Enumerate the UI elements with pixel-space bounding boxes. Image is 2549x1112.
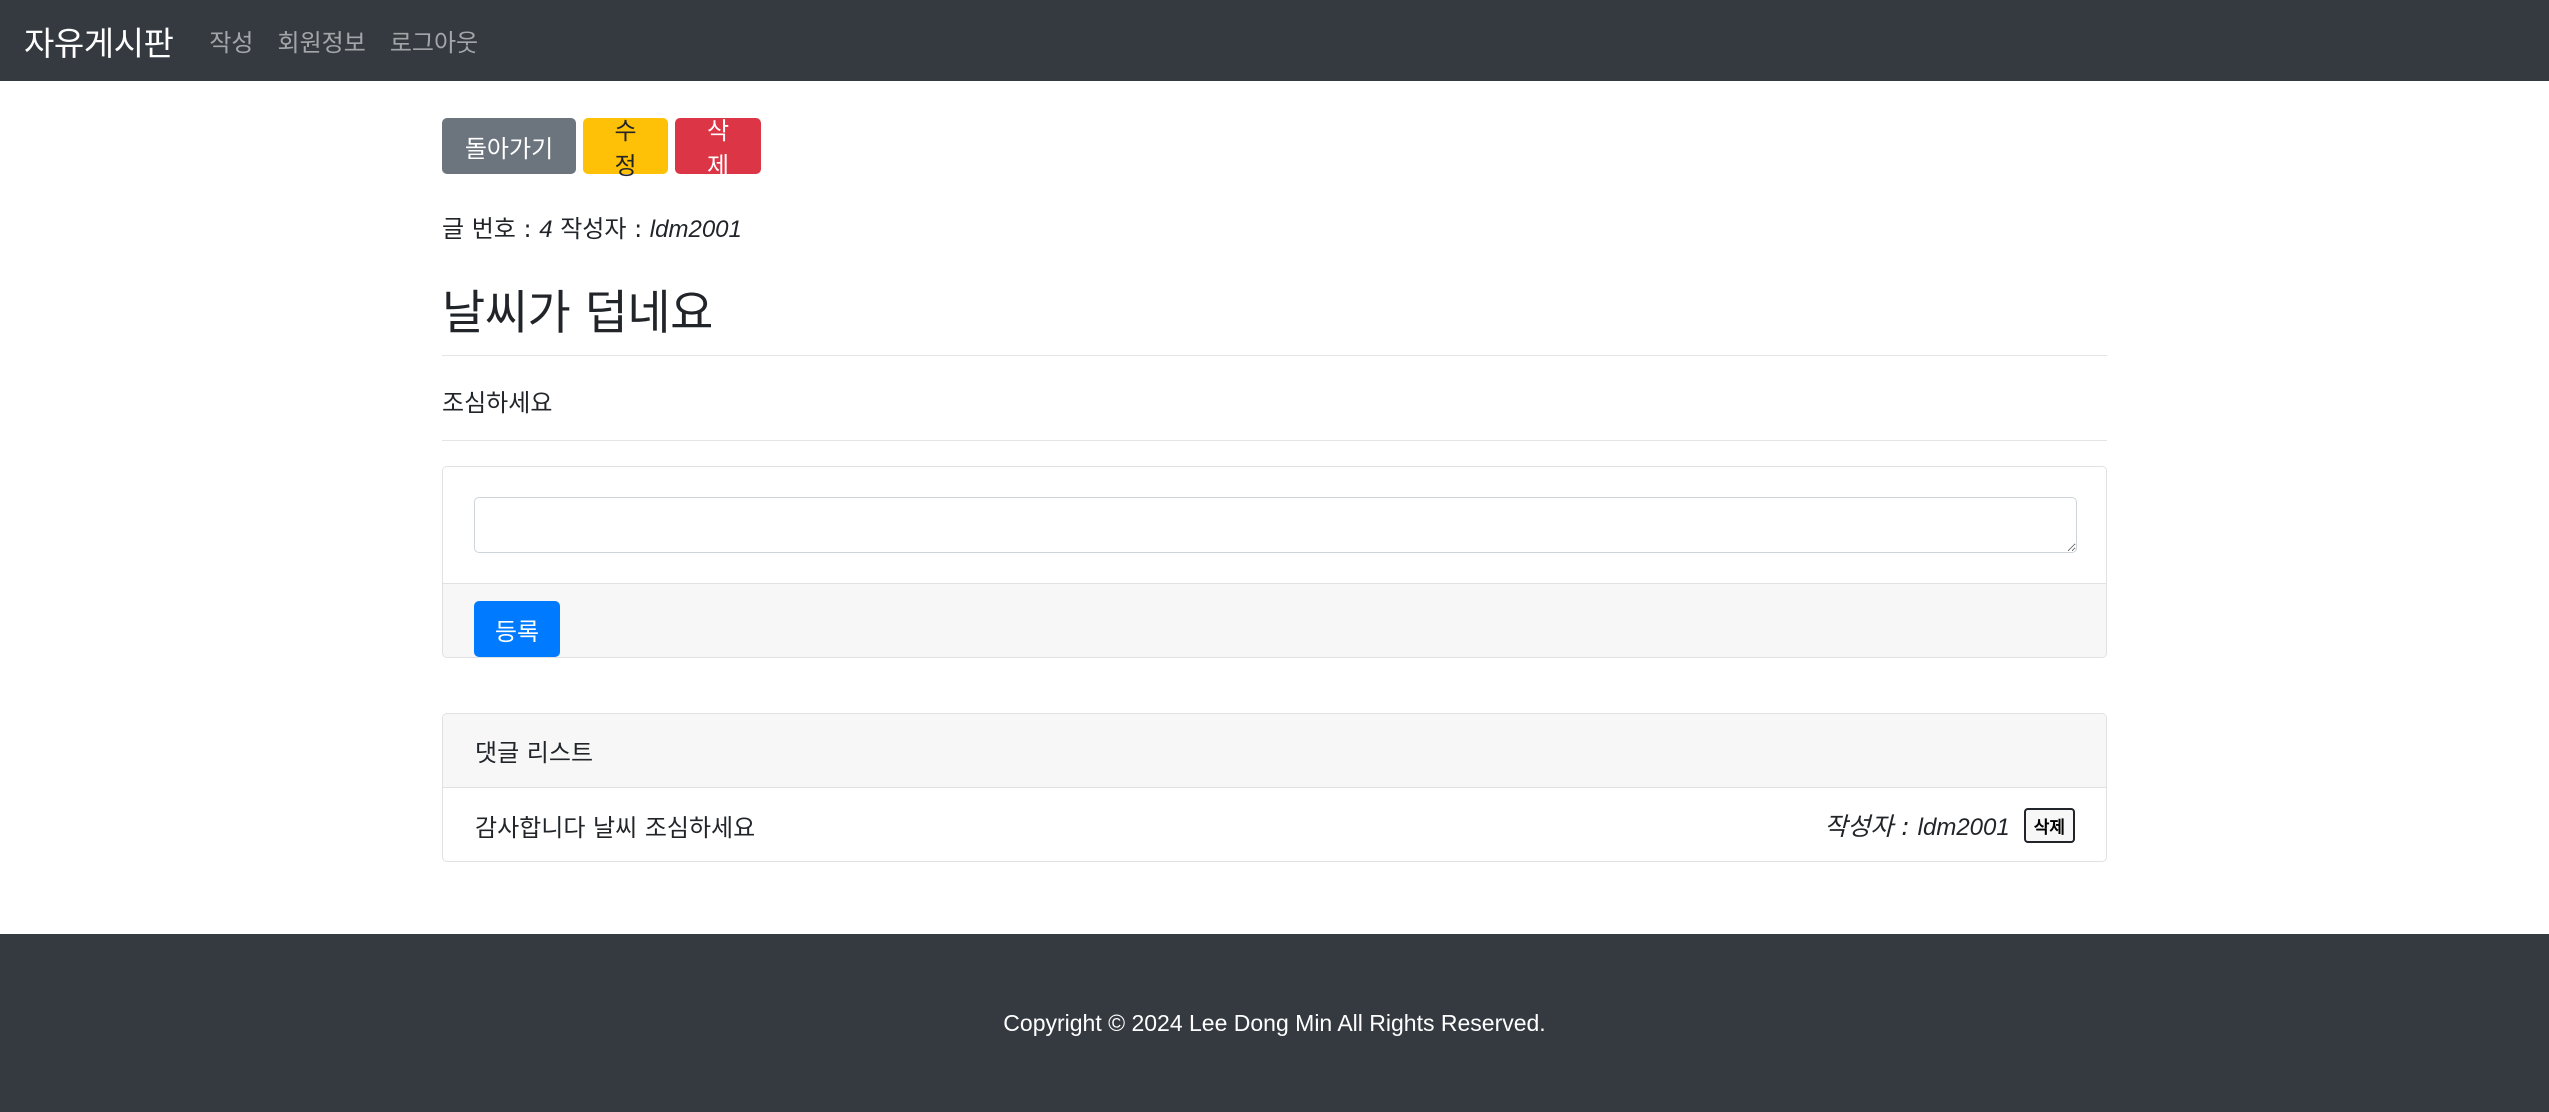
post-author: ldm2001 [649, 216, 742, 243]
page-footer: Copyright © 2024 Lee Dong Min All Rights… [0, 934, 2549, 1112]
comment-item: 감사합니다 날씨 조심하세요 작성자 : ldm2001 삭제 [443, 788, 2106, 861]
post-number: 4 [539, 216, 553, 243]
back-button[interactable]: 돌아가기 [442, 118, 576, 174]
comment-form-card: 등록 [442, 466, 2107, 658]
divider [442, 355, 2107, 356]
comment-list-header: 댓글 리스트 [443, 714, 2106, 788]
post-author-label: 작성자 : [552, 215, 650, 243]
copyright-text: Copyright © 2024 Lee Dong Min All Rights… [1003, 1009, 1546, 1036]
post-title: 날씨가 덥네요 [442, 286, 713, 341]
navbar-brand[interactable]: 자유게시판 [24, 17, 174, 65]
comment-form-footer: 등록 [443, 583, 2106, 657]
edit-button[interactable]: 수정 [583, 117, 668, 180]
delete-comment-button[interactable]: 삭제 [2023, 807, 2075, 843]
comment-author-name: ldm2001 [1917, 814, 2010, 841]
comment-form-body [443, 467, 2106, 583]
post-action-buttons: 돌아가기 수정 삭제 [442, 117, 761, 180]
submit-comment-button[interactable]: 등록 [474, 601, 560, 657]
comment-input[interactable] [474, 497, 2077, 553]
comment-author-label: 작성자 : [1824, 812, 1918, 841]
nav-link-member-info[interactable]: 회원정보 [277, 23, 365, 58]
comment-author: 작성자 : ldm2001 [1824, 807, 2009, 843]
post-content: 조심하세요 [442, 389, 553, 417]
post-number-label: 글 번호 : [442, 215, 540, 243]
comment-text: 감사합니다 날씨 조심하세요 [475, 813, 756, 842]
divider [442, 440, 2107, 441]
comment-list-card: 댓글 리스트 감사합니다 날씨 조심하세요 작성자 : ldm2001 삭제 [442, 713, 2107, 862]
delete-post-button[interactable]: 삭제 [675, 117, 761, 180]
navbar: 자유게시판 작성 회원정보 로그아웃 [0, 0, 2549, 81]
nav-link-write[interactable]: 작성 [209, 23, 253, 58]
nav-link-logout[interactable]: 로그아웃 [390, 23, 478, 58]
post-meta: 글 번호 : 4 작성자 : ldm2001 [442, 209, 742, 244]
